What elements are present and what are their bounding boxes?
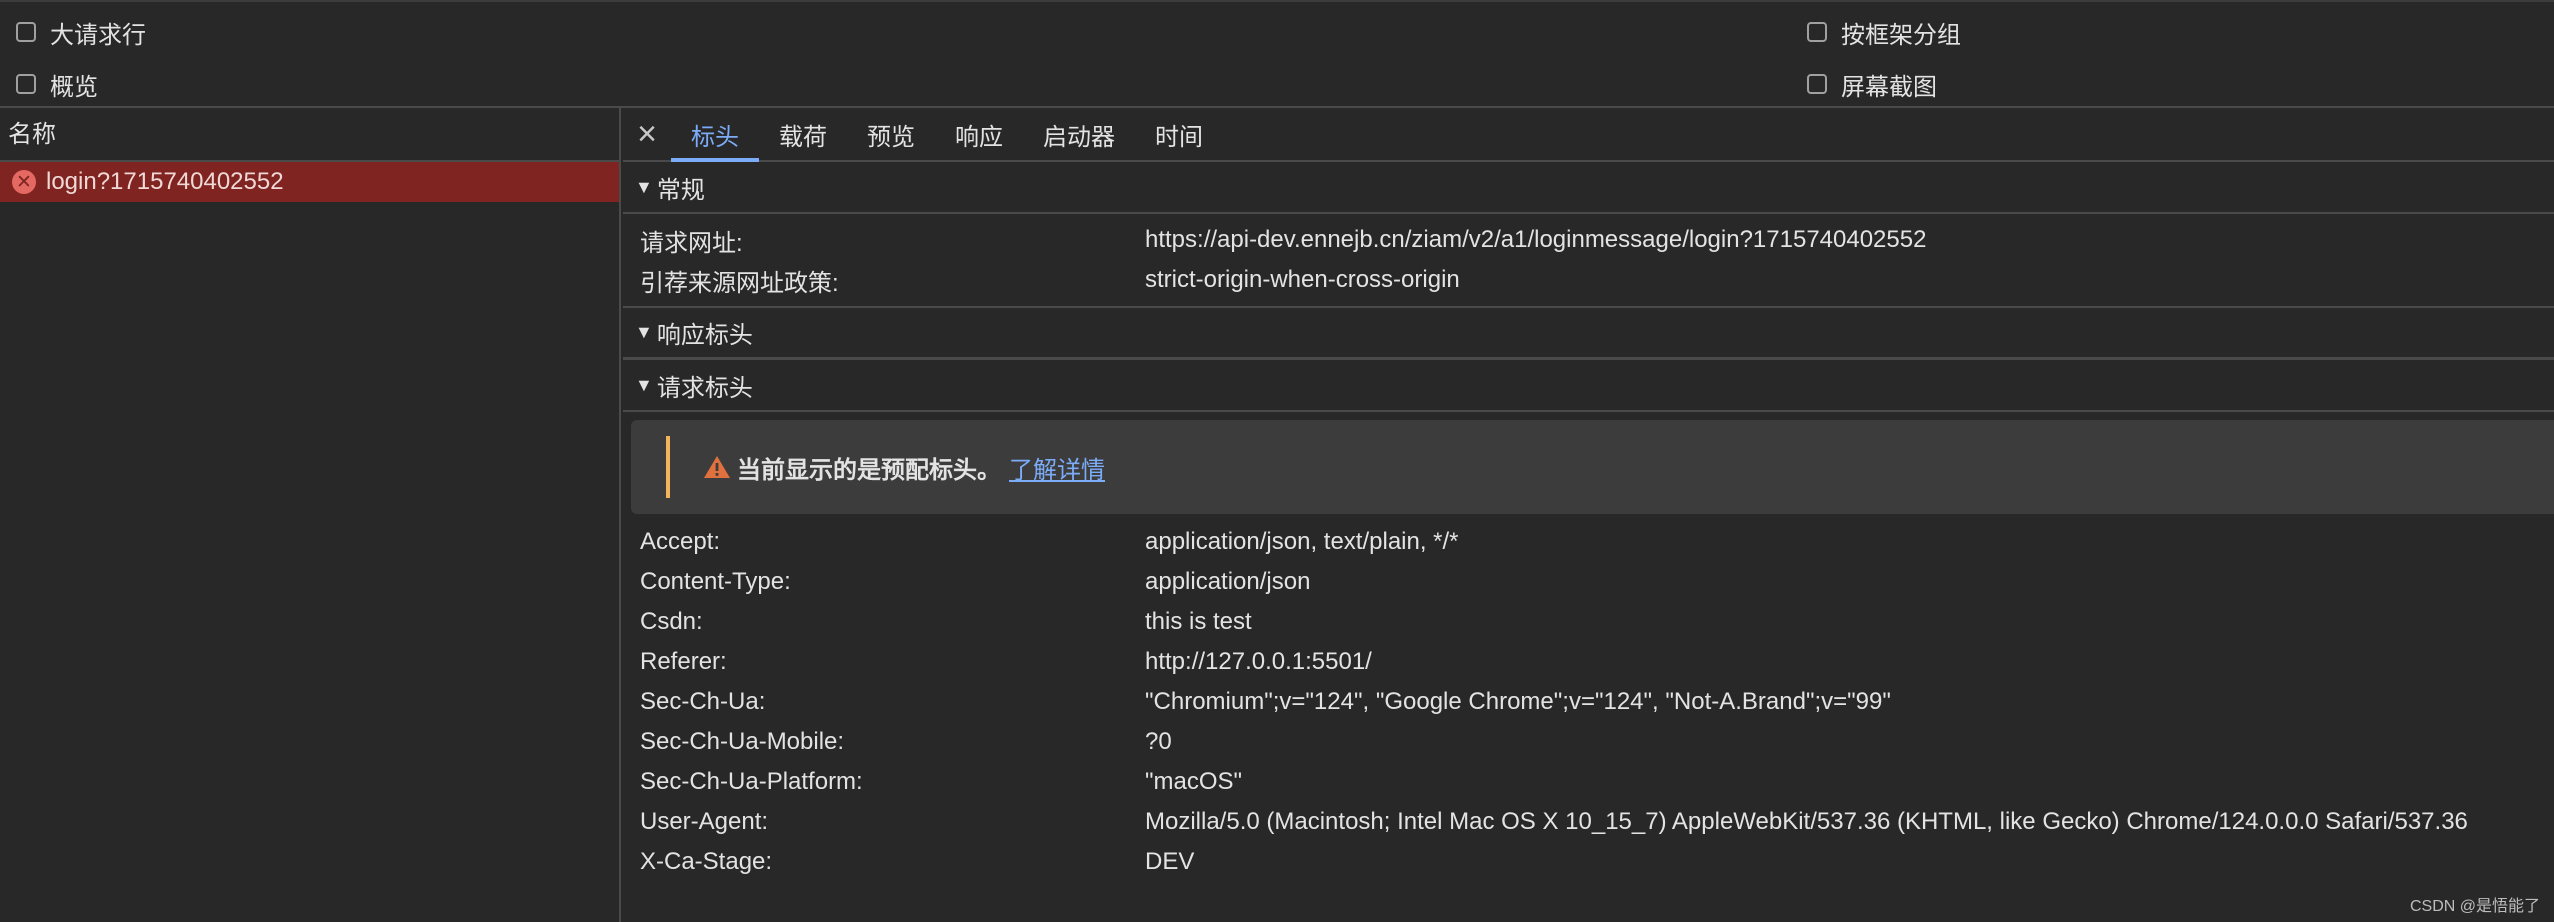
request-header-row: X-Ca-Stage: DEV: [623, 842, 2554, 882]
header-value: DEV: [1145, 848, 1195, 875]
name-column-header[interactable]: 名称: [0, 108, 619, 162]
network-settings-bar: 大请求行 概览 按框架分组 屏幕截图: [0, 0, 2554, 108]
header-value: this is test: [1145, 608, 1252, 635]
tab-payload[interactable]: 载荷: [759, 108, 847, 160]
header-key: X-Ca-Stage:: [640, 848, 773, 875]
screenshots-label: 屏幕截图: [1841, 73, 1937, 101]
large-rows-checkbox[interactable]: [16, 22, 36, 42]
response-headers-section-header[interactable]: ▼ 响应标头: [623, 308, 2554, 360]
header-value: "macOS": [1145, 768, 1243, 795]
general-row: 引荐来源网址政策: strict-origin-when-cross-origi…: [623, 260, 2554, 300]
provisional-headers-warning: 当前显示的是预配标头。 了解详情: [631, 420, 2554, 514]
request-header-row: Sec-Ch-Ua-Platform: "macOS": [623, 762, 2554, 802]
large-rows-option[interactable]: 大请求行: [16, 12, 146, 52]
tab-headers-label: 标头: [691, 123, 739, 151]
warning-accent-bar: [666, 436, 670, 498]
tab-timing[interactable]: 时间: [1135, 108, 1223, 160]
tab-timing-label: 时间: [1155, 123, 1203, 151]
request-list-pane: 名称 ✕ login?1715740402552: [0, 108, 621, 922]
tab-initiator[interactable]: 启动器: [1023, 108, 1135, 160]
header-value: http://127.0.0.1:5501/: [1145, 648, 1372, 675]
tab-response[interactable]: 响应: [935, 108, 1023, 160]
request-details-pane: × 标头 载荷 预览 响应 启动器 时间 ▼ 常规 请求网址: https://…: [623, 108, 2554, 922]
watermark: CSDN @是悟能了: [2409, 898, 2540, 915]
header-key: 请求网址:: [640, 229, 743, 257]
tab-preview-label: 预览: [867, 123, 915, 151]
general-row: 请求网址: https://api-dev.ennejb.cn/ziam/v2/…: [623, 220, 2554, 260]
triangle-down-icon: ▼: [635, 176, 653, 197]
request-header-row: Accept: application/json, text/plain, */…: [623, 522, 2554, 562]
header-value: https://api-dev.ennejb.cn/ziam/v2/a1/log…: [1145, 226, 1927, 253]
header-value: application/json: [1145, 568, 1311, 595]
triangle-down-icon: ▼: [635, 374, 653, 395]
header-key: 引荐来源网址政策:: [640, 269, 839, 297]
overview-option[interactable]: 概览: [16, 64, 98, 104]
header-key: Csdn:: [640, 608, 703, 635]
request-headers-section-header[interactable]: ▼ 请求标头: [623, 360, 2554, 412]
request-row[interactable]: ✕ login?1715740402552: [0, 162, 619, 202]
tab-preview[interactable]: 预览: [847, 108, 935, 160]
screenshots-checkbox[interactable]: [1807, 74, 1827, 94]
general-section-body: 请求网址: https://api-dev.ennejb.cn/ziam/v2/…: [623, 214, 2554, 308]
request-header-row: Csdn: this is test: [623, 602, 2554, 642]
screenshots-option[interactable]: 屏幕截图: [1807, 64, 1937, 104]
header-value: application/json, text/plain, */*: [1145, 528, 1459, 555]
general-section-title: 常规: [656, 176, 705, 204]
tab-initiator-label: 启动器: [1043, 123, 1115, 151]
request-header-row: Content-Type: application/json: [623, 562, 2554, 602]
general-section-header[interactable]: ▼ 常规: [623, 162, 2554, 214]
header-key: User-Agent:: [640, 808, 769, 835]
request-header-row: Sec-Ch-Ua: "Chromium";v="124", "Google C…: [623, 682, 2554, 722]
tab-response-label: 响应: [955, 123, 1003, 151]
header-key: Sec-Ch-Ua-Mobile:: [640, 728, 845, 755]
request-header-row: Referer: http://127.0.0.1:5501/: [623, 642, 2554, 682]
header-value: Mozilla/5.0 (Macintosh; Intel Mac OS X 1…: [1145, 808, 2468, 835]
details-tabbar: × 标头 载荷 预览 响应 启动器 时间: [623, 108, 2554, 162]
tab-payload-label: 载荷: [779, 123, 827, 151]
header-value: ?0: [1145, 728, 1172, 755]
header-key: Accept:: [640, 528, 721, 555]
close-icon[interactable]: ×: [623, 108, 671, 160]
request-header-row: User-Agent: Mozilla/5.0 (Macintosh; Inte…: [623, 802, 2554, 842]
overview-checkbox[interactable]: [16, 74, 36, 94]
error-circle-icon: ✕: [12, 170, 36, 194]
request-name: login?1715740402552: [46, 168, 284, 195]
warning-triangle-icon: [704, 456, 730, 478]
request-headers-title: 请求标头: [656, 374, 753, 402]
header-value: "Chromium";v="124", "Google Chrome";v="1…: [1145, 688, 1891, 715]
response-headers-title: 响应标头: [656, 322, 753, 349]
group-by-frame-checkbox[interactable]: [1807, 22, 1827, 42]
header-value: strict-origin-when-cross-origin: [1145, 266, 1460, 293]
request-header-row: Sec-Ch-Ua-Mobile: ?0: [623, 722, 2554, 762]
name-column-label: 名称: [8, 121, 56, 148]
header-key: Sec-Ch-Ua:: [640, 688, 766, 715]
learn-more-link[interactable]: 了解详情: [1009, 450, 1105, 485]
request-headers-list: Accept: application/json, text/plain, */…: [623, 522, 2554, 882]
header-key: Content-Type:: [640, 568, 791, 595]
header-key: Referer:: [640, 648, 727, 675]
tab-headers[interactable]: 标头: [671, 108, 759, 162]
large-rows-label: 大请求行: [50, 21, 146, 49]
warning-text: 当前显示的是预配标头。: [737, 456, 1001, 484]
overview-label: 概览: [50, 73, 98, 101]
header-key: Sec-Ch-Ua-Platform:: [640, 768, 863, 795]
group-by-frame-label: 按框架分组: [1841, 21, 1961, 49]
group-by-frame-option[interactable]: 按框架分组: [1807, 12, 1961, 52]
triangle-down-icon: ▼: [635, 322, 653, 342]
